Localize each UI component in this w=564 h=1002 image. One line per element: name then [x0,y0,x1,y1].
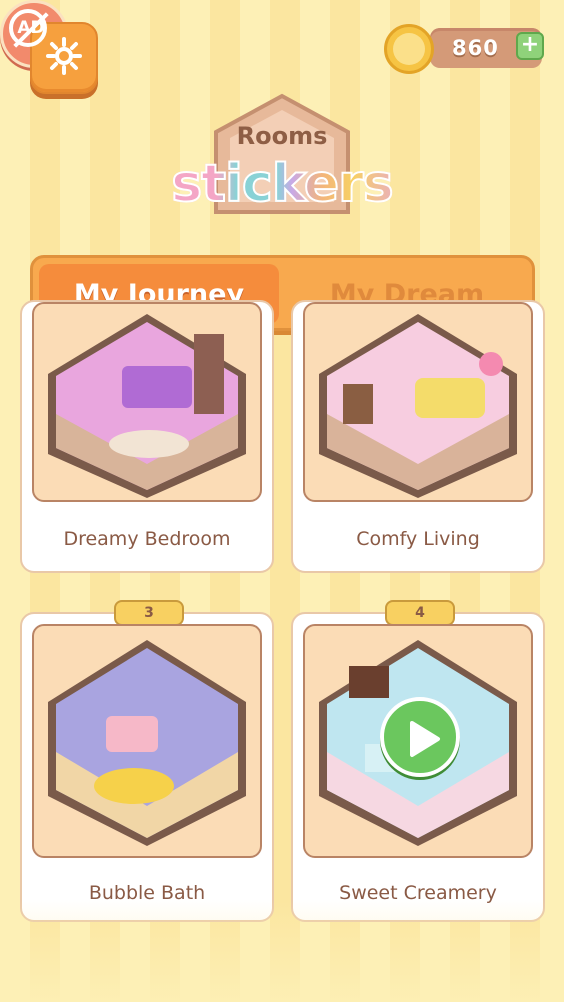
coin-icon [384,24,434,74]
room-number-badge: 4 [385,600,455,626]
add-coins-button[interactable]: + [516,32,544,60]
gear-icon [46,37,82,75]
coin-count: 860 [452,36,499,60]
room-number-badge: 3 [114,600,184,626]
room-thumbnail [32,624,262,858]
play-button[interactable] [380,697,460,777]
room-card-bubble-bath[interactable]: 3 Bubble Bath [20,600,274,922]
room-card-comfy-living[interactable]: Comfy Living [291,300,545,573]
logo-stickers-text: stickers [156,153,408,215]
room-name: Dreamy Bedroom [63,528,231,550]
room-card-dreamy-bedroom[interactable]: Dreamy Bedroom [20,300,274,573]
room-name: Comfy Living [356,528,480,550]
room-thumbnail [32,302,262,502]
logo-rooms-text: Rooms [236,122,328,150]
app-logo: Rooms stickers [156,92,408,228]
room-thumbnail [303,302,533,502]
play-icon [410,721,440,757]
